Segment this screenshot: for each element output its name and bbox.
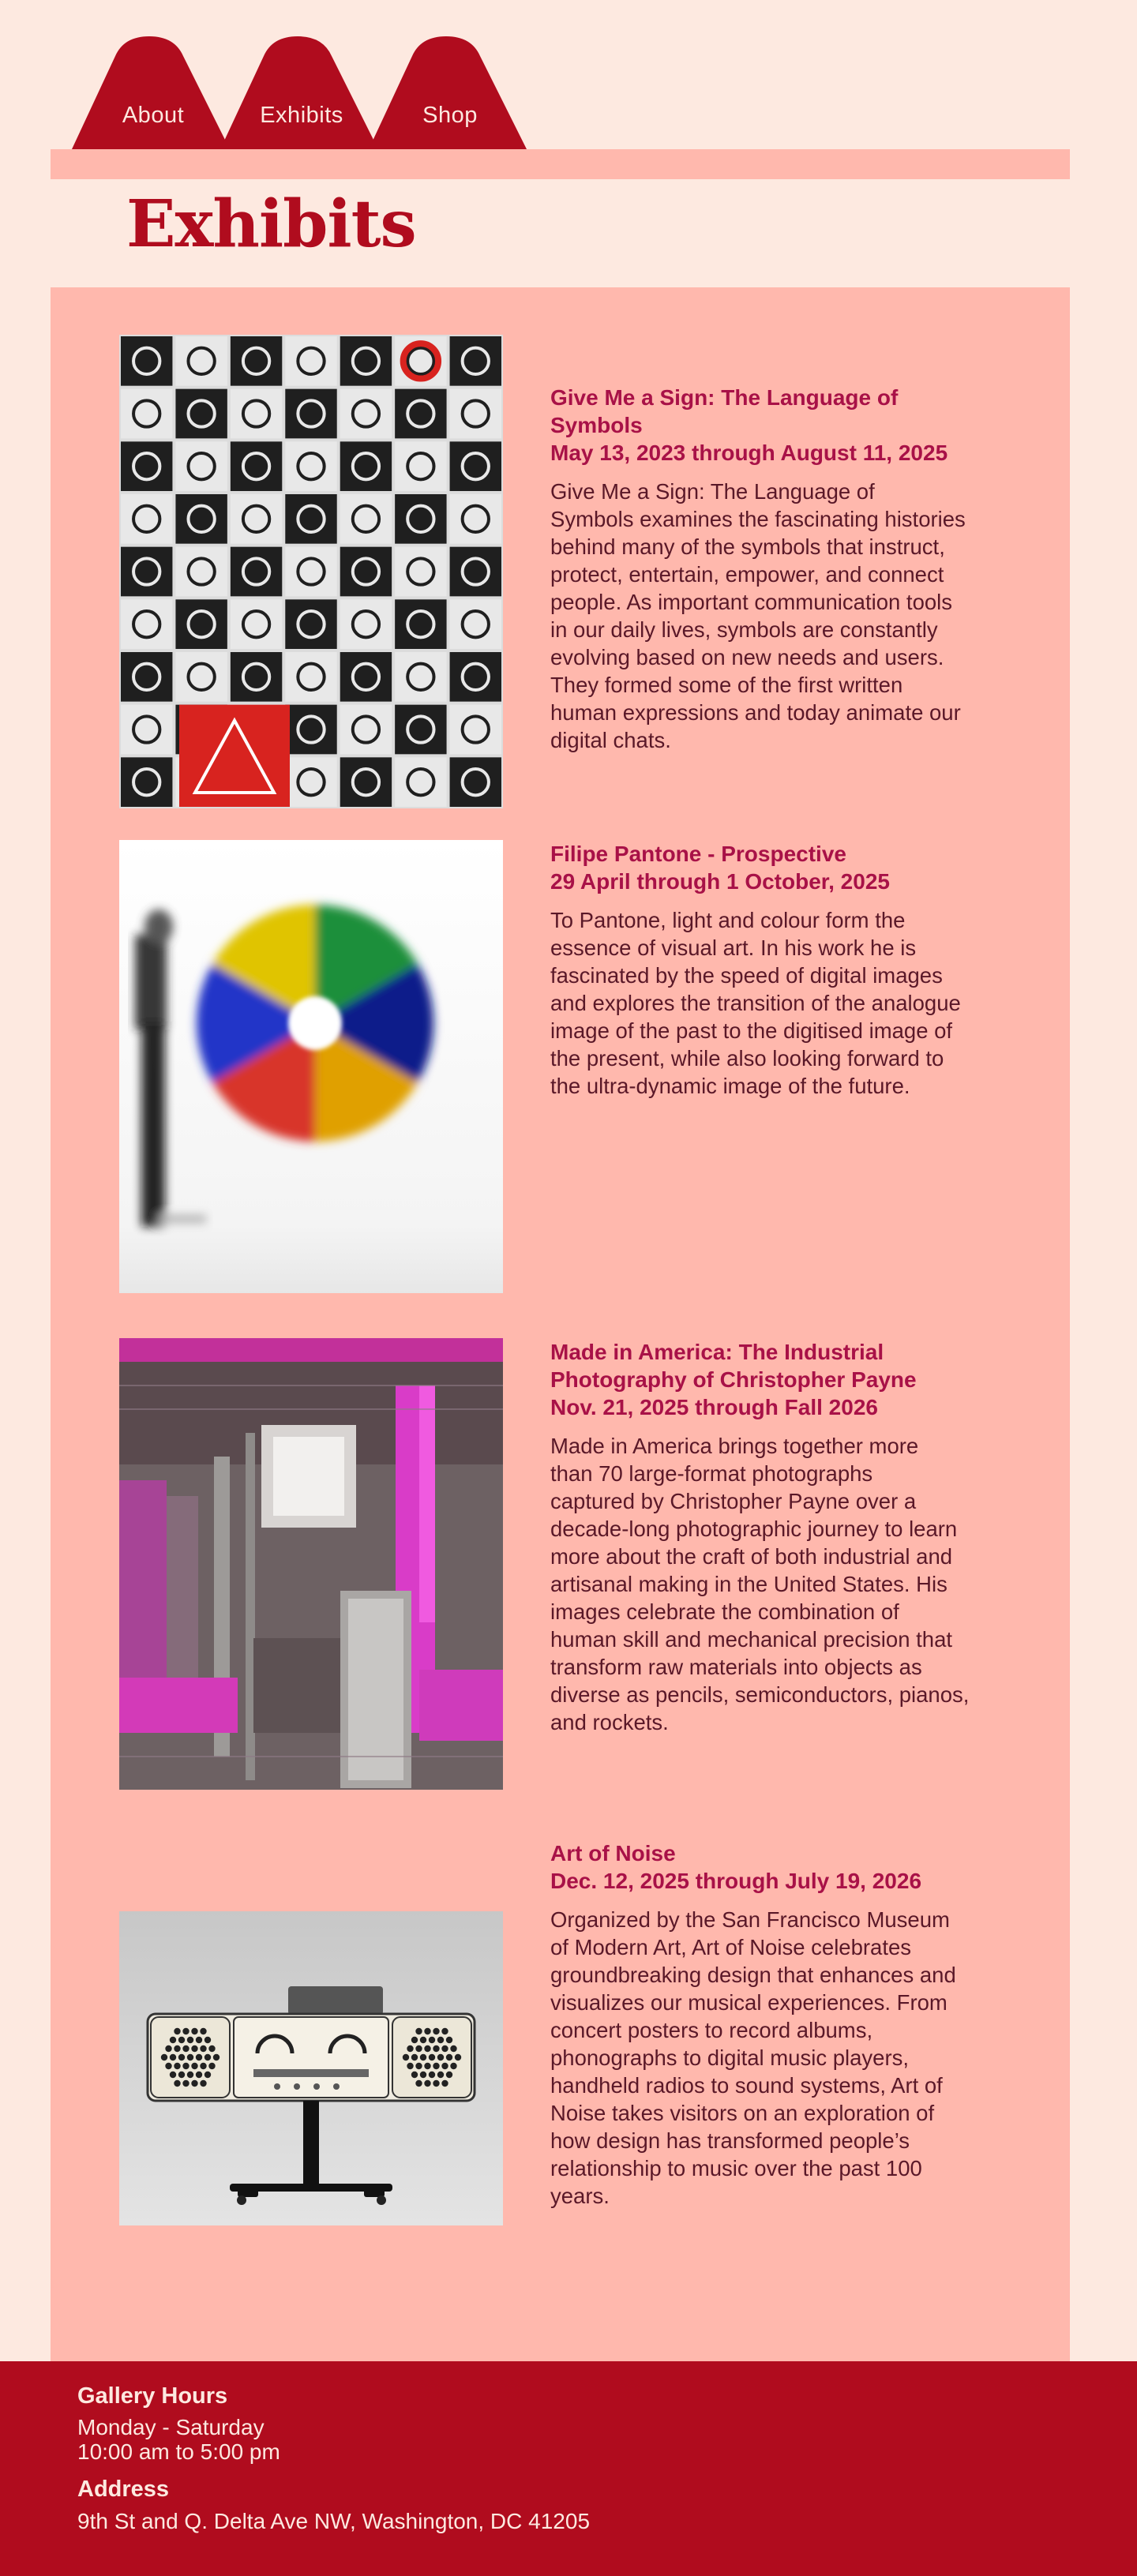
desc-line: more about the craft of both industrial … xyxy=(550,1544,953,1569)
exhibit-title-line: Give Me a Sign: The Language of xyxy=(550,385,899,410)
exhibit-card: Filipe Pantone - Prospective 29 April th… xyxy=(51,840,1070,1293)
exhibit-title[interactable]: Give Me a Sign: The Language of Symbols xyxy=(550,384,1016,439)
desc-line: how design has transformed people’s xyxy=(550,2128,910,2153)
exhibit-text: Filipe Pantone - Prospective 29 April th… xyxy=(550,840,1016,1100)
desc-line: and explores the transition of the analo… xyxy=(550,991,961,1015)
page-title: Exhibits xyxy=(126,186,417,262)
exhibit-text: Give Me a Sign: The Language of Symbols … xyxy=(550,384,1016,754)
symbol-grid-image[interactable] xyxy=(119,335,503,808)
tab-exhibits-label: Exhibits xyxy=(260,103,343,128)
exhibits-list: Give Me a Sign: The Language of Symbols … xyxy=(51,287,1070,2361)
exhibit-title[interactable]: Filipe Pantone - Prospective xyxy=(550,840,1016,868)
desc-line: fascinated by the speed of digital image… xyxy=(550,963,943,988)
desc-line: behind many of the symbols that instruct… xyxy=(550,534,945,559)
desc-line: groundbreaking design that enhances and xyxy=(550,1963,956,1987)
desc-line: visualizes our musical experiences. From xyxy=(550,1990,948,2015)
tab-shape xyxy=(72,36,230,149)
desc-line: handheld radios to sound systems, Art of xyxy=(550,2073,943,2098)
exhibit-text: Made in America: The Industrial Photogra… xyxy=(550,1338,1016,1736)
tab-shop-label: Shop xyxy=(422,103,478,128)
desc-line: evolving based on new needs and users. xyxy=(550,645,944,669)
desc-line: To Pantone, light and colour form the xyxy=(550,908,906,932)
desc-line: decade-long photographic journey to lear… xyxy=(550,1517,958,1541)
address-text: 9th St and Q. Delta Ave NW, Washington, … xyxy=(77,2509,591,2533)
exhibit-description: Give Me a Sign: The Language of Symbols … xyxy=(550,478,1016,754)
desc-line: images celebrate the combination of xyxy=(550,1599,899,1624)
exhibit-title-line: Made in America: The Industrial xyxy=(550,1340,884,1364)
desc-line: the ultra-dynamic image of the future. xyxy=(550,1074,910,1098)
desc-line: essence of visual art. In his work he is xyxy=(550,936,917,960)
exhibit-description: Organized by the San Francisco Museum of… xyxy=(550,1906,1016,2210)
desc-line: concert posters to record albums, xyxy=(550,2018,873,2042)
factory-image[interactable] xyxy=(119,1338,503,1790)
exhibit-title[interactable]: Art of Noise xyxy=(550,1839,1016,1867)
factory-graphic xyxy=(119,1338,503,1790)
desc-line: relationship to music over the past 100 xyxy=(550,2156,922,2180)
exhibit-card: Give Me a Sign: The Language of Symbols … xyxy=(51,335,1070,808)
desc-line: Symbols examines the fascinating histori… xyxy=(550,507,966,531)
desc-line: human skill and mechanical precision tha… xyxy=(550,1627,953,1652)
tab-shop[interactable]: Shop xyxy=(369,36,531,149)
exhibit-title[interactable]: Made in America: The Industrial Photogra… xyxy=(550,1338,1016,1393)
desc-line: Noise takes visitors on an exploration o… xyxy=(550,2101,935,2125)
exhibit-date: May 13, 2023 through August 11, 2025 xyxy=(550,441,948,465)
radio-graphic xyxy=(119,1911,503,2225)
symbol-grid-graphic xyxy=(119,335,503,808)
gallery-hours-heading: Gallery Hours xyxy=(77,2383,228,2409)
exhibit-date: Dec. 12, 2025 through July 19, 2026 xyxy=(550,1869,922,1893)
desc-line: artisanal making in the United States. H… xyxy=(550,1572,948,1596)
color-disc-image[interactable] xyxy=(119,840,503,1293)
gallery-days: Monday - Saturday xyxy=(77,2415,265,2439)
exhibit-text: Art of Noise Dec. 12, 2025 through July … xyxy=(550,1839,1016,2210)
desc-line: human expressions and today animate our xyxy=(550,700,961,725)
desc-line: years. xyxy=(550,2184,610,2208)
desc-line: transform raw materials into objects as xyxy=(550,1655,922,1679)
radio-image[interactable] xyxy=(119,1911,503,2225)
exhibit-date: Nov. 21, 2025 through Fall 2026 xyxy=(550,1395,878,1419)
exhibit-title-line: Filipe Pantone - Prospective xyxy=(550,842,846,866)
exhibit-title-line: Symbols xyxy=(550,413,643,437)
desc-line: and rockets. xyxy=(550,1710,669,1734)
desc-line: than 70 large-format photographs xyxy=(550,1461,873,1486)
desc-line: phonographs to digital music players, xyxy=(550,2045,910,2070)
desc-line: image of the past to the digitised image… xyxy=(550,1018,953,1043)
footer: Gallery Hours Monday - Saturday 10:00 am… xyxy=(0,2361,1137,2576)
exhibit-card: Art of Noise Dec. 12, 2025 through July … xyxy=(51,1839,1070,2250)
desc-line: Organized by the San Francisco Museum xyxy=(550,1907,950,1932)
exhibit-description: To Pantone, light and colour form the es… xyxy=(550,906,1016,1100)
desc-line: people. As important communication tools xyxy=(550,590,953,614)
tab-about-label: About xyxy=(122,103,185,128)
desc-line: protect, entertain, empower, and connect xyxy=(550,562,944,587)
desc-line: in our daily lives, symbols are constant… xyxy=(550,617,938,642)
desc-line: They formed some of the first written xyxy=(550,673,903,697)
exhibit-date: 29 April through 1 October, 2025 xyxy=(550,869,890,894)
desc-line: captured by Christopher Payne over a xyxy=(550,1489,917,1513)
desc-line: diverse as pencils, semiconductors, pian… xyxy=(550,1682,970,1707)
color-disc-graphic xyxy=(119,840,503,1293)
header-bar xyxy=(51,149,1070,179)
exhibit-title-line: Art of Noise xyxy=(550,1841,676,1865)
exhibit-title-line: Photography of Christopher Payne xyxy=(550,1367,917,1392)
desc-line: Give Me a Sign: The Language of xyxy=(550,479,875,504)
tab-exhibits[interactable]: Exhibits xyxy=(220,36,383,149)
gallery-hours: 10:00 am to 5:00 pm xyxy=(77,2439,280,2464)
main-nav: About Exhibits Shop xyxy=(72,36,530,149)
tab-about[interactable]: About xyxy=(72,36,235,149)
desc-line: the present, while also looking forward … xyxy=(550,1046,944,1071)
exhibit-description: Made in America brings together more tha… xyxy=(550,1432,1016,1736)
desc-line: digital chats. xyxy=(550,728,671,752)
desc-line: of Modern Art, Art of Noise celebrates xyxy=(550,1935,912,1959)
address-heading: Address xyxy=(77,2477,170,2502)
desc-line: Made in America brings together more xyxy=(550,1434,919,1458)
exhibit-card: Made in America: The Industrial Photogra… xyxy=(51,1338,1070,1790)
tab-shape xyxy=(369,36,527,149)
tab-shape xyxy=(220,36,378,149)
